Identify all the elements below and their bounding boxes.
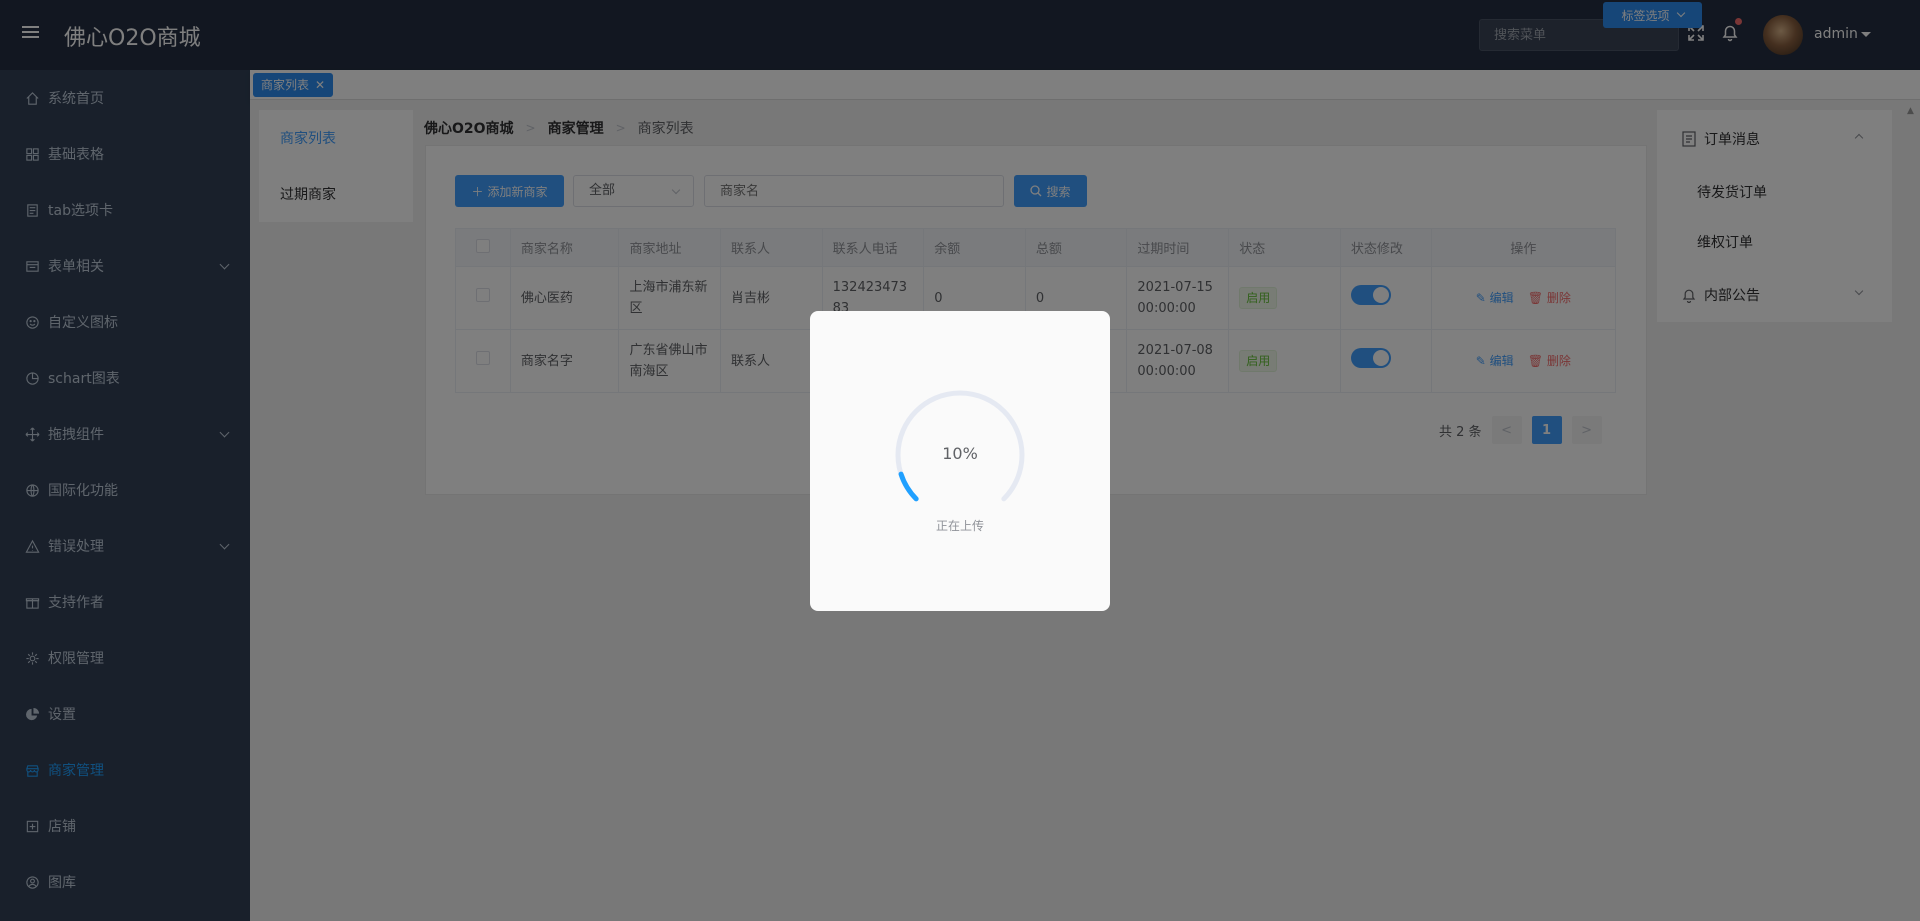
progress-percent: 10% — [942, 444, 978, 463]
upload-status-label: 正在上传 — [935, 519, 984, 533]
upload-progress-dialog: 10% 正在上传 — [810, 311, 1110, 611]
progress-bar — [898, 471, 919, 502]
